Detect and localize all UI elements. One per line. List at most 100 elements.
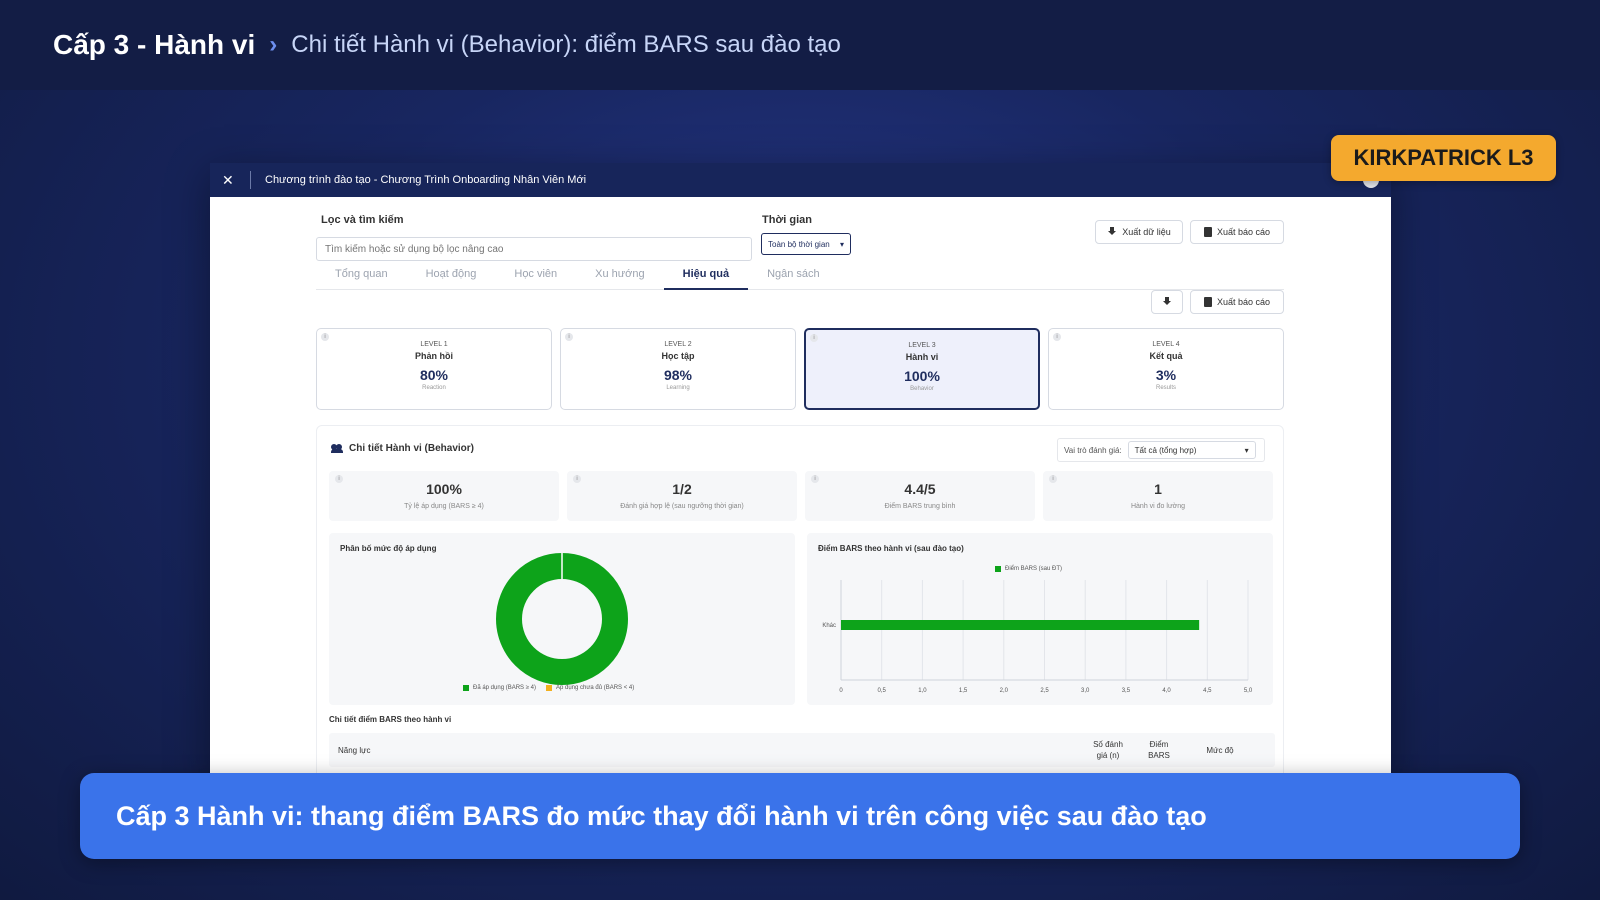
info-icon[interactable]: i [335,475,343,483]
donut-legend: Đã áp dụng (BARS ≥ 4) Áp dụng chưa đủ (B… [463,685,634,691]
info-icon[interactable]: i [810,334,818,342]
tab-learners[interactable]: Học viên [495,267,576,290]
download-icon [1162,297,1172,307]
donut-chart-card: Phân bố mức độ áp dụng Đã áp dụng (BARS … [329,533,795,705]
time-label: Thời gian [762,214,812,226]
level-tag: LEVEL 2 [664,341,692,348]
y-tick-label: Khác [822,623,836,629]
tab-effectiveness[interactable]: Hiệu quả [663,267,749,290]
search-input[interactable] [316,237,752,261]
stat-value: 4.4/5 [904,481,936,497]
chevron-right-icon: › [269,31,278,58]
time-select[interactable]: Toàn bộ thời gian ▾ [761,233,851,255]
tab-overview[interactable]: Tổng quan [316,267,407,290]
level-tag: LEVEL 1 [420,341,448,348]
level-sub: Behavior [910,386,934,392]
export-report-button-2[interactable]: Xuất báo cáo [1190,290,1284,314]
time-select-value: Toàn bộ thời gian [768,239,830,249]
x-tick-label: 1,0 [918,688,927,694]
column-competency[interactable]: Năng lực [338,745,370,756]
download-button[interactable] [1151,290,1183,314]
stat-label: Hành vi đo lường [1130,503,1186,510]
level-card-4[interactable]: i LEVEL 4 Kết quả 3% Results [1048,328,1284,410]
role-label: Vai trò đánh giá: [1064,445,1122,455]
legend-swatch [463,685,469,691]
level-value: 100% [904,368,940,384]
title-divider [250,171,251,189]
export-report-label: Xuất báo cáo [1216,297,1271,307]
level-value: 80% [419,367,449,383]
stat-label: Điểm BARS trung bình [884,503,956,510]
x-tick-label: 4,0 [1162,688,1171,694]
column-bars[interactable]: Điểm BARS [1139,739,1179,761]
info-icon[interactable]: i [1049,475,1057,483]
bar-chart-card: Điểm BARS theo hành vi (sau đào tạo) Điể… [807,533,1273,705]
x-tick-label: 3,0 [1081,688,1090,694]
kirkpatrick-badge: KIRKPATRICK L3 [1331,135,1556,181]
x-tick-label: 3,5 [1122,688,1131,694]
document-icon [1203,297,1212,307]
download-icon [1107,227,1117,237]
level-card-3[interactable]: i LEVEL 3 Hành vi 100% Behavior [804,328,1040,410]
x-tick-label: 5,0 [1244,688,1253,694]
export-data-button[interactable]: Xuất dữ liệu [1095,220,1183,244]
info-icon[interactable]: i [811,475,819,483]
level-card-1[interactable]: i LEVEL 1 Phản hồi 80% Reaction [316,328,552,410]
column-bars-line2: BARS [1148,751,1170,760]
info-icon[interactable]: i [573,475,581,483]
x-tick-label: 4,5 [1203,688,1212,694]
document-icon [1203,227,1212,237]
stat-value: 1/2 [672,481,692,497]
column-count[interactable]: Số đánh giá (n) [1083,739,1133,761]
role-select[interactable]: Tất cả (tổng hợp) ▾ [1127,441,1256,459]
info-icon[interactable]: i [1053,333,1061,341]
tab-trends[interactable]: Xu hướng [576,267,663,290]
legend-label: Đã áp dụng (BARS ≥ 4) [473,685,536,691]
table-header: Năng lực Số đánh giá (n) Điểm BARS Mức đ… [329,733,1275,767]
table-title: Chi tiết điểm BARS theo hành vi [329,715,452,724]
tab-budget[interactable]: Ngân sách [748,267,839,290]
stat-label: Tỷ lệ áp dụng (BARS ≥ 4) [404,503,484,510]
column-bars-line1: Điểm [1149,740,1169,749]
breadcrumb-main: Cấp 3 - Hành vi [53,29,256,60]
stat-label: Đánh giá hợp lệ (sau ngưỡng thời gian) [620,503,744,510]
stat-card: i 4.4/5 Điểm BARS trung bình [805,471,1035,521]
export-report-button[interactable]: Xuất báo cáo [1190,220,1284,244]
level-sub: Results [1155,385,1176,391]
level-card-2[interactable]: i LEVEL 2 Học tập 98% Learning [560,328,796,410]
users-icon [331,444,343,453]
tab-activity[interactable]: Hoạt động [407,267,496,290]
stat-card: i 1/2 Đánh giá hợp lệ (sau ngưỡng thời g… [567,471,797,521]
x-tick-label: 2,5 [1040,688,1049,694]
level-sub: Reaction [422,385,446,391]
column-level[interactable]: Mức độ [1197,745,1243,756]
role-filter: Vai trò đánh giá: Tất cả (tổng hợp) ▾ [1057,438,1265,462]
stat-card: i 1 Hành vi đo lường [1043,471,1273,521]
info-icon[interactable]: i [321,333,329,341]
donut-chart [496,553,628,685]
level-name: Học tập [661,351,695,361]
level-sub: Learning [666,385,690,391]
breadcrumb-sub: Chi tiết Hành vi (Behavior): điểm BARS s… [291,31,841,58]
export-data-label: Xuất dữ liệu [1122,227,1171,237]
behavior-detail-panel: Chi tiết Hành vi (Behavior) Vai trò đánh… [316,425,1284,783]
close-icon[interactable]: ✕ [222,172,246,189]
legend-swatch [546,685,552,691]
panel-title: Chi tiết Hành vi (Behavior) [331,443,474,454]
x-tick-label: 1,5 [959,688,968,694]
tab-bar: Tổng quan Hoạt động Học viên Xu hướng Hi… [316,267,1284,290]
stat-card: i 100% Tỷ lệ áp dụng (BARS ≥ 4) [329,471,559,521]
column-count-line1: Số đánh [1093,740,1123,749]
stat-value: 1 [1154,481,1162,497]
bar [841,620,1200,630]
top-bar: Cấp 3 - Hành vi › Chi tiết Hành vi (Beha… [0,0,1600,90]
x-tick-label: 2,0 [1000,688,1009,694]
panel-title-text: Chi tiết Hành vi (Behavior) [349,443,475,454]
info-icon[interactable]: i [565,333,573,341]
level-tag: LEVEL 4 [1152,341,1180,348]
chevron-down-icon: ▾ [1244,445,1249,455]
window-title: Chương trình đào tạo - Chương Trình Onbo… [265,174,587,186]
stat-value: 100% [426,481,462,497]
app-window: ✕ Chương trình đào tạo - Chương Trình On… [210,163,1391,783]
legend-label: Áp dụng chưa đủ (BARS < 4) [556,685,635,691]
